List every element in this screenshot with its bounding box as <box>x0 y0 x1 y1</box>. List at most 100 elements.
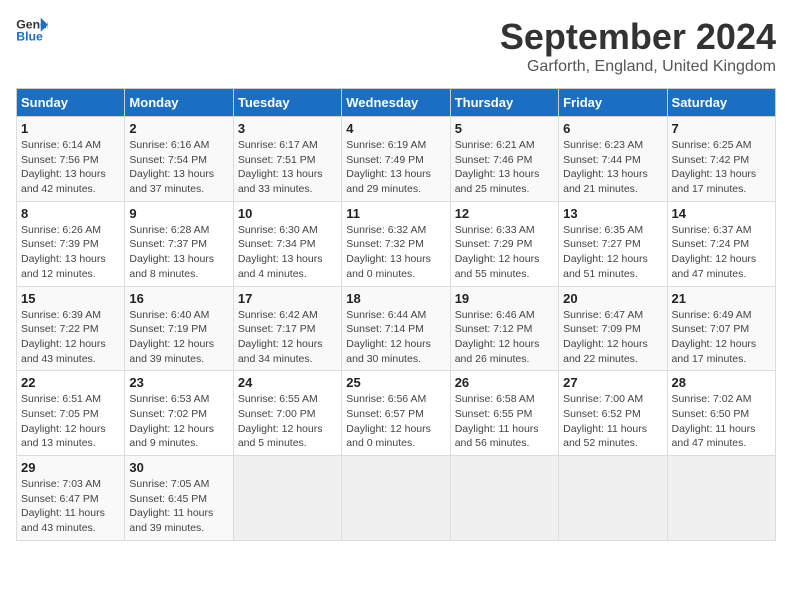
cell-info: Sunrise: 6:19 AMSunset: 7:49 PMDaylight:… <box>346 138 445 197</box>
day-number: 24 <box>238 375 337 390</box>
day-number: 6 <box>563 121 662 136</box>
calendar-cell <box>233 456 341 541</box>
cell-info: Sunrise: 6:47 AMSunset: 7:09 PMDaylight:… <box>563 308 662 367</box>
calendar-cell: 13 Sunrise: 6:35 AMSunset: 7:27 PMDayligh… <box>559 201 667 286</box>
calendar-cell: 7 Sunrise: 6:25 AMSunset: 7:42 PMDaylight… <box>667 117 775 202</box>
day-number: 23 <box>129 375 228 390</box>
cell-info: Sunrise: 6:32 AMSunset: 7:32 PMDaylight:… <box>346 223 445 282</box>
calendar-cell: 8Sunrise: 6:26 AMSunset: 7:39 PMDaylight… <box>17 201 125 286</box>
day-number: 14 <box>672 206 771 221</box>
day-number: 27 <box>563 375 662 390</box>
day-number: 11 <box>346 206 445 221</box>
cell-info: Sunrise: 6:58 AMSunset: 6:55 PMDaylight:… <box>455 392 554 451</box>
cell-info: Sunrise: 6:21 AMSunset: 7:46 PMDaylight:… <box>455 138 554 197</box>
day-number: 2 <box>129 121 228 136</box>
day-number: 5 <box>455 121 554 136</box>
day-number: 12 <box>455 206 554 221</box>
calendar-cell: 27 Sunrise: 7:00 AMSunset: 6:52 PMDayligh… <box>559 371 667 456</box>
title-area: September 2024 Garforth, England, United… <box>500 16 776 76</box>
calendar-cell: 3Sunrise: 6:17 AMSunset: 7:51 PMDaylight… <box>233 117 341 202</box>
calendar-cell: 21 Sunrise: 6:49 AMSunset: 7:07 PMDayligh… <box>667 286 775 371</box>
calendar-cell: 11 Sunrise: 6:32 AMSunset: 7:32 PMDayligh… <box>342 201 450 286</box>
day-number: 13 <box>563 206 662 221</box>
day-number: 15 <box>21 291 120 306</box>
calendar-header: SundayMondayTuesdayWednesdayThursdayFrid… <box>17 89 776 117</box>
cell-info: Sunrise: 6:35 AMSunset: 7:27 PMDaylight:… <box>563 223 662 282</box>
calendar-table: SundayMondayTuesdayWednesdayThursdayFrid… <box>16 88 776 541</box>
day-number: 17 <box>238 291 337 306</box>
cell-info: Sunrise: 6:40 AMSunset: 7:19 PMDaylight:… <box>129 308 228 367</box>
calendar-cell: 2 Sunrise: 6:16 AMSunset: 7:54 PMDaylight… <box>125 117 233 202</box>
cell-info: Sunrise: 6:55 AMSunset: 7:00 PMDaylight:… <box>238 392 337 451</box>
cell-info: Sunrise: 6:37 AMSunset: 7:24 PMDaylight:… <box>672 223 771 282</box>
day-number: 7 <box>672 121 771 136</box>
calendar-cell: 12 Sunrise: 6:33 AMSunset: 7:29 PMDayligh… <box>450 201 558 286</box>
day-number: 28 <box>672 375 771 390</box>
day-number: 3 <box>238 121 337 136</box>
header-day-thursday: Thursday <box>450 89 558 117</box>
cell-info: Sunrise: 6:16 AMSunset: 7:54 PMDaylight:… <box>129 138 228 197</box>
month-title: September 2024 <box>500 16 776 58</box>
header-day-saturday: Saturday <box>667 89 775 117</box>
week-row-2: 8Sunrise: 6:26 AMSunset: 7:39 PMDaylight… <box>17 201 776 286</box>
calendar-cell: 19 Sunrise: 6:46 AMSunset: 7:12 PMDayligh… <box>450 286 558 371</box>
cell-info: Sunrise: 7:03 AMSunset: 6:47 PMDaylight:… <box>21 477 120 536</box>
cell-info: Sunrise: 6:28 AMSunset: 7:37 PMDaylight:… <box>129 223 228 282</box>
day-number: 21 <box>672 291 771 306</box>
calendar-cell: 26 Sunrise: 6:58 AMSunset: 6:55 PMDayligh… <box>450 371 558 456</box>
calendar-body: 1Sunrise: 6:14 AMSunset: 7:56 PMDaylight… <box>17 117 776 541</box>
day-number: 10 <box>238 206 337 221</box>
cell-info: Sunrise: 6:46 AMSunset: 7:12 PMDaylight:… <box>455 308 554 367</box>
header-day-sunday: Sunday <box>17 89 125 117</box>
page-header: General Blue September 2024 Garforth, En… <box>16 16 776 76</box>
calendar-cell: 6Sunrise: 6:23 AMSunset: 7:44 PMDaylight… <box>559 117 667 202</box>
calendar-cell: 9 Sunrise: 6:28 AMSunset: 7:37 PMDaylight… <box>125 201 233 286</box>
logo-icon: General Blue <box>16 16 48 44</box>
day-number: 29 <box>21 460 120 475</box>
calendar-cell <box>450 456 558 541</box>
cell-info: Sunrise: 6:56 AMSunset: 6:57 PMDaylight:… <box>346 392 445 451</box>
day-number: 9 <box>129 206 228 221</box>
day-number: 19 <box>455 291 554 306</box>
day-number: 20 <box>563 291 662 306</box>
day-number: 25 <box>346 375 445 390</box>
cell-info: Sunrise: 6:44 AMSunset: 7:14 PMDaylight:… <box>346 308 445 367</box>
calendar-cell: 23Sunrise: 6:53 AMSunset: 7:02 PMDayligh… <box>125 371 233 456</box>
day-number: 4 <box>346 121 445 136</box>
day-number: 22 <box>21 375 120 390</box>
calendar-cell: 18Sunrise: 6:44 AMSunset: 7:14 PMDayligh… <box>342 286 450 371</box>
cell-info: Sunrise: 6:30 AMSunset: 7:34 PMDaylight:… <box>238 223 337 282</box>
logo: General Blue <box>16 16 48 44</box>
calendar-cell: 15 Sunrise: 6:39 AMSunset: 7:22 PMDayligh… <box>17 286 125 371</box>
cell-info: Sunrise: 6:25 AMSunset: 7:42 PMDaylight:… <box>672 138 771 197</box>
cell-info: Sunrise: 6:39 AMSunset: 7:22 PMDaylight:… <box>21 308 120 367</box>
calendar-cell: 29 Sunrise: 7:03 AMSunset: 6:47 PMDayligh… <box>17 456 125 541</box>
calendar-cell: 24 Sunrise: 6:55 AMSunset: 7:00 PMDayligh… <box>233 371 341 456</box>
cell-info: Sunrise: 7:00 AMSunset: 6:52 PMDaylight:… <box>563 392 662 451</box>
header-day-friday: Friday <box>559 89 667 117</box>
day-number: 1 <box>21 121 120 136</box>
calendar-cell: 30 Sunrise: 7:05 AMSunset: 6:45 PMDayligh… <box>125 456 233 541</box>
day-number: 30 <box>129 460 228 475</box>
week-row-1: 1Sunrise: 6:14 AMSunset: 7:56 PMDaylight… <box>17 117 776 202</box>
cell-info: Sunrise: 6:26 AMSunset: 7:39 PMDaylight:… <box>21 223 120 282</box>
week-row-4: 22 Sunrise: 6:51 AMSunset: 7:05 PMDayligh… <box>17 371 776 456</box>
calendar-cell: 14 Sunrise: 6:37 AMSunset: 7:24 PMDayligh… <box>667 201 775 286</box>
calendar-cell: 20 Sunrise: 6:47 AMSunset: 7:09 PMDayligh… <box>559 286 667 371</box>
day-number: 26 <box>455 375 554 390</box>
calendar-cell: 17 Sunrise: 6:42 AMSunset: 7:17 PMDayligh… <box>233 286 341 371</box>
header-day-tuesday: Tuesday <box>233 89 341 117</box>
header-day-wednesday: Wednesday <box>342 89 450 117</box>
calendar-cell: 1Sunrise: 6:14 AMSunset: 7:56 PMDaylight… <box>17 117 125 202</box>
cell-info: Sunrise: 6:49 AMSunset: 7:07 PMDaylight:… <box>672 308 771 367</box>
cell-info: Sunrise: 6:33 AMSunset: 7:29 PMDaylight:… <box>455 223 554 282</box>
cell-info: Sunrise: 6:51 AMSunset: 7:05 PMDaylight:… <box>21 392 120 451</box>
cell-info: Sunrise: 7:05 AMSunset: 6:45 PMDaylight:… <box>129 477 228 536</box>
calendar-cell: 4 Sunrise: 6:19 AMSunset: 7:49 PMDaylight… <box>342 117 450 202</box>
calendar-cell: 5 Sunrise: 6:21 AMSunset: 7:46 PMDaylight… <box>450 117 558 202</box>
calendar-cell: 28Sunrise: 7:02 AMSunset: 6:50 PMDayligh… <box>667 371 775 456</box>
location-title: Garforth, England, United Kingdom <box>500 58 776 76</box>
svg-text:Blue: Blue <box>16 30 43 44</box>
cell-info: Sunrise: 6:42 AMSunset: 7:17 PMDaylight:… <box>238 308 337 367</box>
calendar-cell: 22 Sunrise: 6:51 AMSunset: 7:05 PMDayligh… <box>17 371 125 456</box>
